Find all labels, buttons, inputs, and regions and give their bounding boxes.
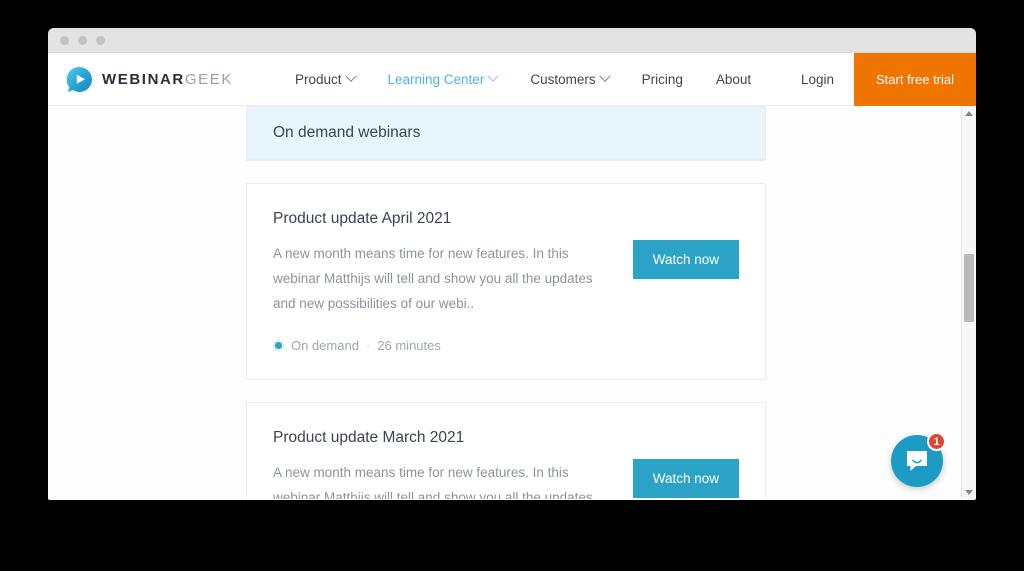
browser-titlebar bbox=[48, 28, 976, 53]
window-dot-maximize[interactable] bbox=[96, 35, 105, 45]
scroll-down-arrow-icon[interactable] bbox=[962, 485, 976, 499]
window-dot-minimize[interactable] bbox=[78, 35, 87, 45]
nav-item-pricing-label: Pricing bbox=[641, 71, 683, 87]
start-free-trial-button[interactable]: Start free trial bbox=[854, 53, 976, 106]
on-demand-webinars-section: On demand webinars bbox=[246, 106, 766, 161]
logo-text-primary: WEBINAR bbox=[102, 70, 185, 88]
nav-item-product-label: Product bbox=[294, 71, 342, 87]
nav-item-customers-label: Customers bbox=[530, 71, 596, 87]
webinar-duration-label: 26 minutes bbox=[377, 338, 441, 353]
intercom-launcher[interactable]: 1 bbox=[891, 432, 946, 487]
webinar-card-action: Watch now bbox=[632, 429, 739, 498]
nav-item-product[interactable]: Product bbox=[294, 70, 357, 87]
watch-now-button[interactable]: Watch now bbox=[632, 240, 739, 279]
webinar-description: A new month means time for new features.… bbox=[273, 246, 593, 311]
window-dot-close[interactable] bbox=[60, 35, 69, 45]
nav-item-pricing[interactable]: Pricing bbox=[642, 72, 683, 87]
primary-nav-links: Product Learning Center Customers Pricin… bbox=[294, 70, 751, 87]
nav-item-about-label: About bbox=[715, 71, 752, 87]
login-link[interactable]: Login bbox=[781, 53, 854, 106]
meta-separator: · bbox=[365, 338, 371, 353]
scroll-up-arrow-icon[interactable] bbox=[962, 106, 976, 120]
browser-window: WEBINARGEEK Product Learning Center Cust… bbox=[48, 28, 976, 500]
logo-text-secondary: GEEK bbox=[184, 70, 233, 88]
site-logo[interactable]: WEBINARGEEK bbox=[66, 66, 233, 93]
chevron-down-icon bbox=[598, 70, 611, 82]
screenshot-root: WEBINARGEEK Product Learning Center Cust… bbox=[0, 0, 1024, 571]
webinar-description: A new month means time for new features.… bbox=[273, 465, 593, 499]
webinar-card-content: Product update March 2021 A new month me… bbox=[273, 429, 633, 499]
webinar-title: Product update April 2021 bbox=[273, 210, 452, 227]
radio-dot-icon bbox=[273, 340, 284, 351]
nav-item-about[interactable]: About bbox=[716, 72, 751, 87]
nav-item-learning-center[interactable]: Learning Center bbox=[387, 70, 499, 87]
page-scrollbar[interactable] bbox=[961, 106, 976, 499]
webinar-card[interactable]: Product update April 2021 A new month me… bbox=[246, 183, 766, 380]
webinar-title: Product update March 2021 bbox=[273, 429, 465, 446]
page-content-area: On demand webinars Product update April … bbox=[48, 106, 976, 499]
watch-now-button[interactable]: Watch now bbox=[632, 459, 739, 498]
webinar-meta: On demand · 26 minutes bbox=[273, 338, 619, 353]
chevron-down-icon bbox=[487, 70, 499, 82]
webinargeek-play-bubble-logo-icon bbox=[66, 66, 93, 93]
scrollbar-thumb[interactable] bbox=[964, 254, 974, 322]
webinar-card[interactable]: Product update March 2021 A new month me… bbox=[246, 402, 766, 499]
nav-item-learning-center-label: Learning Center bbox=[387, 71, 485, 87]
intercom-unread-badge: 1 bbox=[927, 432, 946, 451]
chevron-down-icon bbox=[344, 70, 357, 82]
site-navigation-bar: WEBINARGEEK Product Learning Center Cust… bbox=[48, 53, 976, 106]
webinar-status-label: On demand bbox=[291, 338, 359, 353]
site-logo-text: WEBINARGEEK bbox=[102, 71, 233, 88]
webinar-card-action: Watch now bbox=[632, 210, 739, 279]
webinar-list-column: On demand webinars Product update April … bbox=[246, 106, 766, 499]
section-header-title: On demand webinars bbox=[247, 107, 765, 160]
webinar-card-content: Product update April 2021 A new month me… bbox=[273, 210, 633, 353]
nav-right-actions: Login Start free trial bbox=[781, 53, 976, 106]
nav-item-customers[interactable]: Customers bbox=[530, 70, 611, 87]
